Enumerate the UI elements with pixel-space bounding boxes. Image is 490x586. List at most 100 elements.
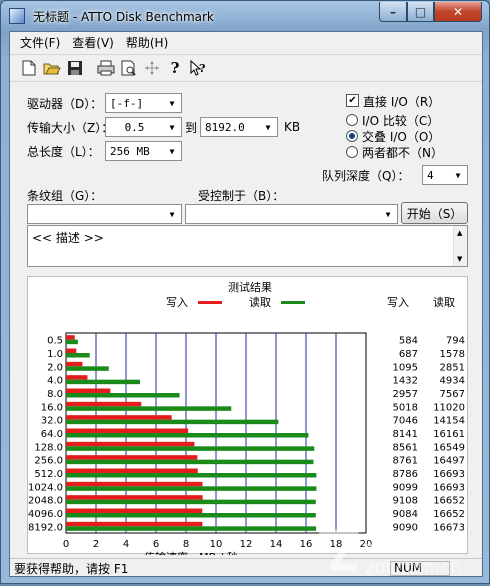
bar-read xyxy=(66,486,317,491)
app-window: 无标题 - ATTO Disk Benchmark – □ ✕ 文件(F) 查看… xyxy=(0,0,490,584)
x-tick-label: 16 xyxy=(300,539,313,550)
io-compare-label: I/O 比较（C） xyxy=(362,114,440,128)
app-icon xyxy=(9,8,25,24)
legend-read-swatch xyxy=(281,301,305,304)
drive-value: [-f-] xyxy=(110,96,144,110)
y-tick-label: 2.0 xyxy=(47,362,63,373)
bar-read xyxy=(66,339,78,345)
y-tick-label: 4.0 xyxy=(47,376,63,387)
stripe-group-label: 条纹组（G）： xyxy=(27,189,103,203)
value-read: 794 xyxy=(446,336,465,347)
scroll-up-icon[interactable]: ▲ xyxy=(457,229,462,237)
y-tick-label: 1.0 xyxy=(47,349,63,360)
print-preview-icon[interactable] xyxy=(118,57,140,79)
total-length-value: 256 MB xyxy=(110,144,150,158)
maximize-button[interactable]: □ xyxy=(407,2,434,22)
total-length-label: 总长度（L）： xyxy=(27,145,100,159)
x-tick-label: 12 xyxy=(240,539,253,550)
description-box[interactable]: << 描述 >> ▲ ▼ xyxy=(27,225,468,267)
x-tick-label: 10 xyxy=(210,539,223,550)
bar-read xyxy=(66,513,316,518)
menu-view[interactable]: 查看(V) xyxy=(66,34,120,51)
client-area: 文件(F) 查看(V) 帮助(H) ? ? 驱动器（D）： [-f-] ▼ 传输… xyxy=(9,31,483,577)
transfer-size-label: 传输大小（Z）： xyxy=(27,121,114,135)
overlap-io-radio[interactable] xyxy=(346,130,358,142)
title-bar[interactable]: 无标题 - ATTO Disk Benchmark – □ ✕ xyxy=(1,1,489,31)
menu-help[interactable]: 帮助(H) xyxy=(120,34,174,51)
chevron-down-icon: ▼ xyxy=(169,146,175,156)
save-icon[interactable] xyxy=(64,57,86,79)
y-tick-label: 64.0 xyxy=(41,429,63,440)
close-button[interactable]: ✕ xyxy=(434,2,482,22)
watermark-url: zol.com.cn xyxy=(365,557,462,578)
value-read: 16497 xyxy=(433,456,465,467)
value-read: 16549 xyxy=(433,442,465,453)
value-write: 1095 xyxy=(393,362,418,373)
transfer-from-select[interactable]: 0.5 ▼ xyxy=(105,117,182,137)
legend-write-swatch xyxy=(198,301,222,304)
neither-label: 两者都不（N） xyxy=(362,146,443,160)
bar-write xyxy=(66,455,198,460)
new-file-icon[interactable] xyxy=(18,57,40,79)
value-read: 16693 xyxy=(433,469,465,480)
drive-select[interactable]: [-f-] ▼ xyxy=(105,93,182,113)
y-tick-label: 2048.0 xyxy=(28,496,63,507)
queue-depth-select[interactable]: 4 ▼ xyxy=(422,165,468,185)
queue-depth-value: 4 xyxy=(427,168,434,182)
value-write: 8561 xyxy=(393,442,418,453)
help-icon[interactable]: ? xyxy=(164,57,186,79)
value-read: 16652 xyxy=(433,496,465,507)
bar-write xyxy=(66,468,198,473)
description-text: << 描述 >> xyxy=(32,231,104,245)
move-icon[interactable] xyxy=(141,57,163,79)
open-folder-icon[interactable] xyxy=(41,57,63,79)
value-write: 8786 xyxy=(393,469,418,480)
total-length-select[interactable]: 256 MB ▼ xyxy=(105,141,182,161)
y-tick-label: 8.0 xyxy=(47,389,63,400)
start-button[interactable]: 开始（S） xyxy=(401,202,468,224)
bar-write xyxy=(66,428,189,433)
x-tick-label: 14 xyxy=(270,539,283,550)
y-tick-label: 32.0 xyxy=(41,416,63,427)
transfer-to-value: 8192.0 xyxy=(205,120,245,134)
context-help-icon[interactable]: ? xyxy=(187,57,209,79)
bar-write xyxy=(66,361,83,367)
bar-write xyxy=(66,401,142,407)
value-write: 9108 xyxy=(393,496,418,507)
neither-radio[interactable] xyxy=(346,146,358,158)
value-write: 687 xyxy=(399,349,418,360)
value-write: 9099 xyxy=(393,482,418,493)
value-write: 8141 xyxy=(393,429,418,440)
value-write: 1432 xyxy=(393,376,418,387)
menu-file[interactable]: 文件(F) xyxy=(14,34,66,51)
x-tick-label: 8 xyxy=(183,539,189,550)
svg-text:?: ? xyxy=(199,62,205,75)
value-read: 7567 xyxy=(440,389,465,400)
y-tick-label: 128.0 xyxy=(34,442,63,453)
bar-write xyxy=(66,521,203,527)
print-icon[interactable] xyxy=(95,57,117,79)
legend-write-label: 写入 xyxy=(166,296,188,309)
value-read: 16161 xyxy=(433,429,465,440)
scroll-down-icon[interactable]: ▼ xyxy=(457,255,462,263)
value-read: 16693 xyxy=(433,482,465,493)
bar-read xyxy=(66,526,317,531)
bar-read xyxy=(66,499,316,505)
y-tick-label: 8192.0 xyxy=(28,522,63,533)
value-write: 7046 xyxy=(393,416,418,427)
value-write: 5018 xyxy=(393,402,418,413)
bar-read xyxy=(66,433,309,438)
transfer-from-value: 0.5 xyxy=(124,120,145,134)
controlled-by-select[interactable]: ▼ xyxy=(185,204,398,224)
y-tick-label: 1024.0 xyxy=(28,482,63,493)
bar-read xyxy=(66,459,314,465)
value-read: 14154 xyxy=(433,416,465,427)
description-scrollbar[interactable]: ▲ ▼ xyxy=(453,226,467,266)
stripe-group-select[interactable]: ▼ xyxy=(27,204,182,224)
io-compare-radio[interactable] xyxy=(346,114,358,126)
benchmark-chart: 测试结果写入读取写入读取02468101214161820传输速率 - MB /… xyxy=(28,281,465,564)
minimize-button[interactable]: – xyxy=(379,2,407,22)
direct-io-checkbox[interactable]: ✔ xyxy=(346,94,359,107)
transfer-to-select[interactable]: 8192.0 ▼ xyxy=(200,117,278,137)
bar-read xyxy=(66,473,317,478)
